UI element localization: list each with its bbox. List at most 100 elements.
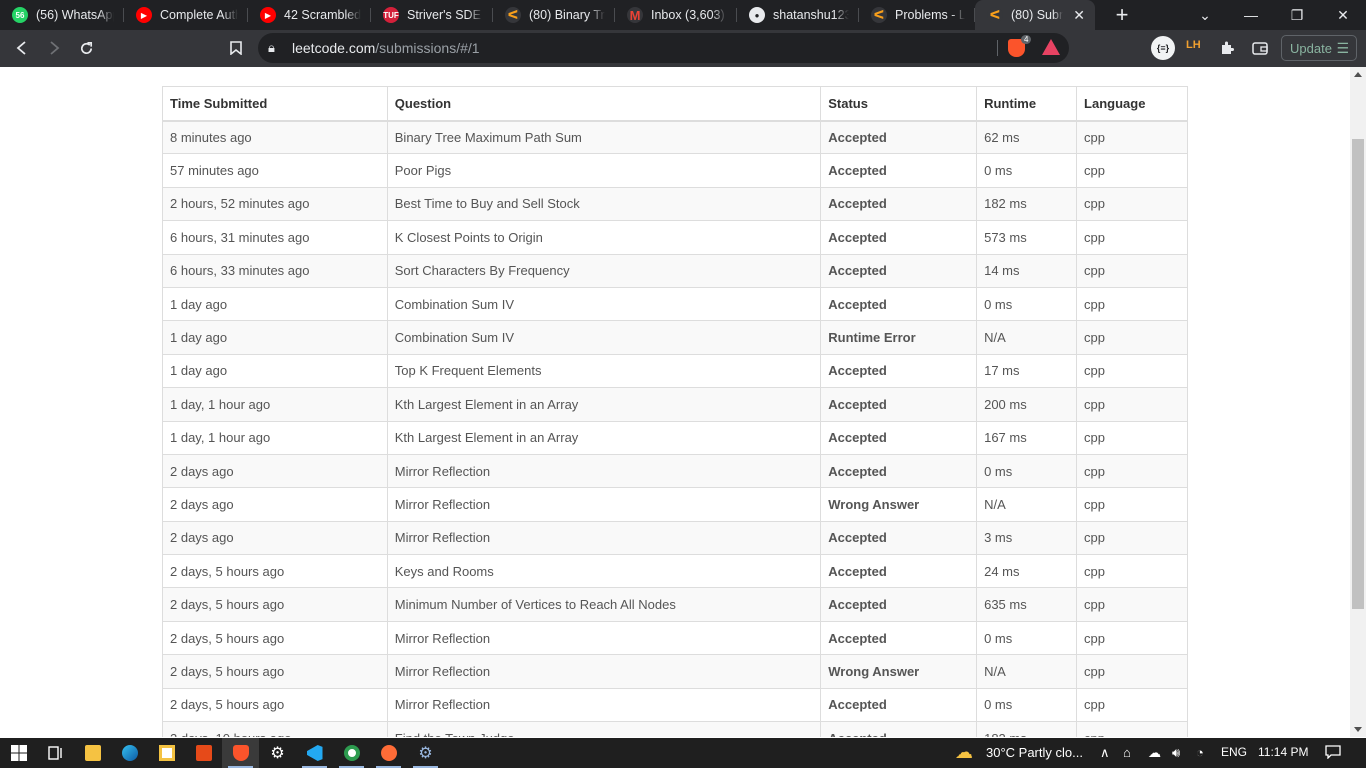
question-link[interactable]: Poor Pigs xyxy=(386,153,822,188)
question-link[interactable]: Mirror Reflection xyxy=(386,620,822,656)
question-link[interactable]: Binary Tree Maximum Path Sum xyxy=(386,119,822,155)
status-link[interactable]: Accepted xyxy=(820,353,978,389)
brave-rewards-icon[interactable] xyxy=(1042,39,1060,55)
question-link[interactable]: Mirror Reflection xyxy=(386,520,822,556)
scrollbar-thumb[interactable] xyxy=(1352,139,1364,609)
notification-center-icon[interactable] xyxy=(1325,745,1341,762)
app-icon[interactable] xyxy=(333,738,370,768)
onedrive-icon[interactable]: ☁︎ xyxy=(1148,745,1161,761)
minimize-button[interactable]: — xyxy=(1228,0,1274,30)
browser-tab[interactable]: TUF Striver's SDE She xyxy=(371,0,493,30)
status-link[interactable]: Accepted xyxy=(820,520,978,556)
store-icon[interactable] xyxy=(148,738,185,768)
browser-tab[interactable]: ᐸ Problems - Leet xyxy=(859,0,975,30)
lighthouse-extension-icon[interactable]: LH xyxy=(1186,39,1201,51)
weather-icon[interactable]: ☁︎ xyxy=(955,742,973,763)
status-link[interactable]: Accepted xyxy=(820,387,978,422)
clock[interactable]: 11:14 PM xyxy=(1258,745,1308,759)
lock-icon[interactable]: 🔒︎ xyxy=(268,40,275,56)
network-adapter-icon[interactable]: ⌂ xyxy=(1123,745,1131,760)
time-cell: 8 minutes ago xyxy=(162,119,388,155)
bookmark-icon[interactable] xyxy=(224,36,248,60)
wallet-icon[interactable] xyxy=(1248,36,1272,60)
browser-tab[interactable]: ▶ 42 Scrambled St xyxy=(248,0,371,30)
windows-start-icon[interactable] xyxy=(0,738,37,768)
new-tab-button[interactable]: + xyxy=(1110,2,1134,28)
question-link[interactable]: Best Time to Buy and Sell Stock xyxy=(386,186,822,222)
postman-icon[interactable] xyxy=(370,738,407,768)
status-link[interactable]: Accepted xyxy=(820,186,978,222)
column-header-language[interactable]: Language xyxy=(1076,86,1188,122)
time-cell: 57 minutes ago xyxy=(162,153,388,188)
question-link[interactable]: Mirror Reflection xyxy=(386,453,822,489)
page-scrollbar[interactable] xyxy=(1350,67,1366,737)
scroll-down-arrow-icon[interactable] xyxy=(1354,727,1362,732)
status-link[interactable]: Accepted xyxy=(820,587,978,622)
column-header-time[interactable]: Time Submitted xyxy=(162,86,388,122)
weather-text[interactable]: 30°C Partly clo... xyxy=(986,745,1083,760)
settings-app-icon[interactable]: ⚙ xyxy=(407,738,444,768)
question-link[interactable]: Kth Largest Element in an Array xyxy=(386,387,822,422)
status-link[interactable]: Accepted xyxy=(820,721,978,737)
column-header-question[interactable]: Question xyxy=(386,86,822,122)
json-viewer-extension-icon[interactable]: {≡} xyxy=(1151,36,1175,60)
browser-tab[interactable]: ● shatanshu123/S xyxy=(737,0,859,30)
column-header-status[interactable]: Status xyxy=(820,86,978,122)
status-link[interactable]: Accepted xyxy=(820,153,978,188)
status-link[interactable]: Accepted xyxy=(820,554,978,589)
brave-browser-taskbar-icon[interactable] xyxy=(222,738,259,768)
url-text[interactable]: leetcode.com/submissions/#/1 xyxy=(292,40,480,56)
browser-tab[interactable]: ᐸ (80) Submis ✕ xyxy=(975,0,1095,30)
question-link[interactable]: Minimum Number of Vertices to Reach All … xyxy=(386,587,822,622)
status-link[interactable]: Accepted xyxy=(820,220,978,255)
question-link[interactable]: Top K Frequent Elements xyxy=(386,353,822,389)
address-bar[interactable]: 🔒︎ leetcode.com/submissions/#/1 4 xyxy=(258,33,1069,63)
browser-tab[interactable]: ᐸ (80) Binary Tree xyxy=(493,0,615,30)
scroll-up-arrow-icon[interactable] xyxy=(1354,72,1362,77)
question-link[interactable]: Combination Sum IV xyxy=(386,320,822,355)
status-link[interactable]: Accepted xyxy=(820,253,978,288)
input-language[interactable]: ENG xyxy=(1221,745,1247,759)
tab-search-icon[interactable]: ⌄ xyxy=(1182,0,1228,30)
update-button[interactable]: Update ☰ xyxy=(1281,35,1357,61)
back-icon[interactable] xyxy=(10,36,34,60)
browser-tab[interactable]: M Inbox (3,603) - s xyxy=(615,0,737,30)
question-link[interactable]: Combination Sum IV xyxy=(386,286,822,322)
task-view-icon[interactable] xyxy=(37,738,74,768)
browser-tab[interactable]: ▶ Complete Authe xyxy=(124,0,248,30)
question-link[interactable]: Keys and Rooms xyxy=(386,554,822,589)
status-link[interactable]: Accepted xyxy=(820,420,978,455)
close-window-button[interactable]: ✕ xyxy=(1320,0,1366,30)
status-link[interactable]: Runtime Error xyxy=(820,320,978,355)
reload-icon[interactable] xyxy=(74,36,98,60)
show-hidden-icons-chevron-icon[interactable]: ∧ xyxy=(1100,745,1110,761)
column-header-runtime[interactable]: Runtime xyxy=(976,86,1078,122)
browser-tab[interactable]: 56 (56) WhatsApp xyxy=(0,0,124,30)
status-link[interactable]: Wrong Answer xyxy=(820,487,978,522)
question-link[interactable]: Sort Characters By Frequency xyxy=(386,253,822,288)
question-link[interactable]: Mirror Reflection xyxy=(386,687,822,723)
question-link[interactable]: Kth Largest Element in an Array xyxy=(386,420,822,455)
question-link[interactable]: Find the Town Judge xyxy=(386,721,822,737)
forward-icon[interactable] xyxy=(42,36,66,60)
restore-button[interactable]: ❐ xyxy=(1274,0,1320,30)
close-tab-icon[interactable]: ✕ xyxy=(1073,7,1085,24)
status-link[interactable]: Accepted xyxy=(820,620,978,656)
status-link[interactable]: Accepted xyxy=(820,286,978,322)
status-link[interactable]: Accepted xyxy=(820,119,978,155)
question-link[interactable]: Mirror Reflection xyxy=(386,487,822,522)
status-link[interactable]: Accepted xyxy=(820,687,978,723)
edge-icon[interactable] xyxy=(111,738,148,768)
volume-icon[interactable]: 🔊︎ xyxy=(1172,745,1180,761)
wifi-icon[interactable]: ◔ xyxy=(1196,745,1204,760)
question-link[interactable]: K Closest Points to Origin xyxy=(386,220,822,255)
status-link[interactable]: Accepted xyxy=(820,453,978,489)
vscode-icon[interactable] xyxy=(296,738,333,768)
office-icon[interactable] xyxy=(185,738,222,768)
question-link[interactable]: Mirror Reflection xyxy=(386,654,822,689)
status-link[interactable]: Wrong Answer xyxy=(820,654,978,689)
menu-icon[interactable]: ☰ xyxy=(1336,40,1349,57)
extensions-puzzle-icon[interactable] xyxy=(1215,36,1239,60)
settings-gear-icon[interactable]: ⚙ xyxy=(259,738,296,768)
file-explorer-icon[interactable] xyxy=(74,738,111,768)
